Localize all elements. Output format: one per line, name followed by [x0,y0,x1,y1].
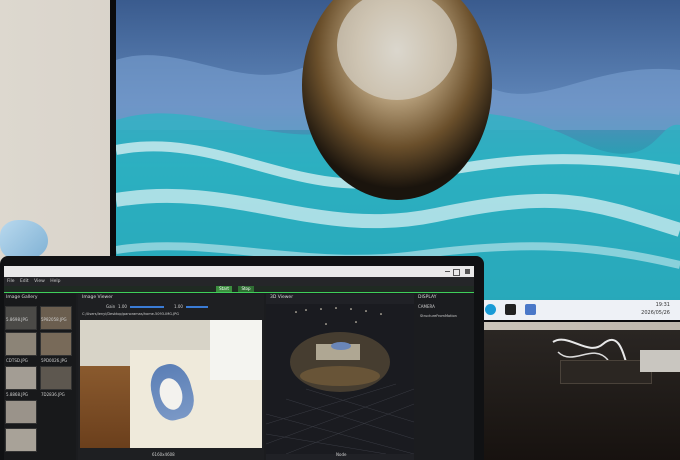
gamma-value: 1.00 [174,304,183,309]
image-viewer-panel: Image Viewer Gain 1.00 1.00 C:/Users/len… [78,294,264,460]
menu-help[interactable]: Help [50,279,60,284]
menu-file[interactable]: File [7,279,15,284]
viewer-photo [80,320,262,448]
image-gallery-panel: Image Gallery 5.8698.JPG 5P82058.JPG CDT… [4,294,76,460]
tv-wallpaper [116,0,680,300]
terminal-icon[interactable] [505,304,516,315]
gallery-thumb[interactable] [5,366,37,390]
gallery-filename: 7D2836.JPG [41,392,65,397]
gallery-thumb[interactable] [5,332,37,356]
image-resolution: 6160x4608 [152,452,175,457]
taskbar-app-icon[interactable] [525,304,536,315]
gallery-thumb[interactable] [40,366,72,390]
maximize-icon[interactable] [453,269,460,276]
image-path: C:/Users/lenyi/Desktop/panoramas/home-50… [82,312,179,316]
minimize-icon[interactable] [445,271,450,272]
window-titlebar [4,266,474,277]
menu-view[interactable]: View [34,279,45,284]
blue-glove [0,220,48,260]
menu-edit[interactable]: Edit [20,279,29,284]
power-strip [640,350,680,372]
gallery-thumb[interactable] [40,332,72,356]
camera-label: CAMERA [418,304,435,309]
display-title: DISPLAY [418,295,437,300]
gallery-filename: 5.8868.JPG [6,392,28,397]
3d-viewer-panel: 3D Viewer Node [266,294,414,460]
edge-browser-icon[interactable] [485,304,496,315]
gain-slider[interactable] [130,306,164,308]
point-cloud-view [266,304,414,454]
image-viewer-title: Image Viewer [82,295,113,300]
gallery-filename: 5.8698.JPG [6,317,28,322]
gallery-filename: CDTSD.JPG [6,358,28,363]
close-icon[interactable] [465,269,470,274]
gallery-filename: 5PD0026.JPG [41,358,68,363]
progress-toolbar: Start Stop [4,286,474,293]
stop-button[interactable]: Stop [238,286,254,292]
gallery-thumb[interactable] [5,428,37,452]
laptop-screen: File Edit View Help Start Stop Image Gal… [4,266,474,460]
gallery-thumb[interactable] [5,400,37,424]
gamma-slider[interactable] [186,306,208,308]
desk-box [560,360,652,384]
photo-window [210,320,262,380]
gallery-title: Image Gallery [6,295,38,300]
tv-clock-time: 19:31 [655,302,670,308]
start-button[interactable]: Start [216,286,232,292]
display-panel: DISPLAY CAMERA StructureFromMotion [416,294,474,460]
sfm-node-item[interactable]: StructureFromMotion [420,314,457,318]
tv-clock-date: 2026/05/26 [641,310,670,316]
gain-label: Gain [106,304,116,309]
gain-value: 1.00 [118,304,127,309]
3d-viewer-title: 3D Viewer [270,295,294,300]
3d-viewer-footer: Node [336,452,347,457]
menu-bar: File Edit View Help [4,277,474,286]
gallery-filename: 5P82058.JPG [41,317,67,322]
